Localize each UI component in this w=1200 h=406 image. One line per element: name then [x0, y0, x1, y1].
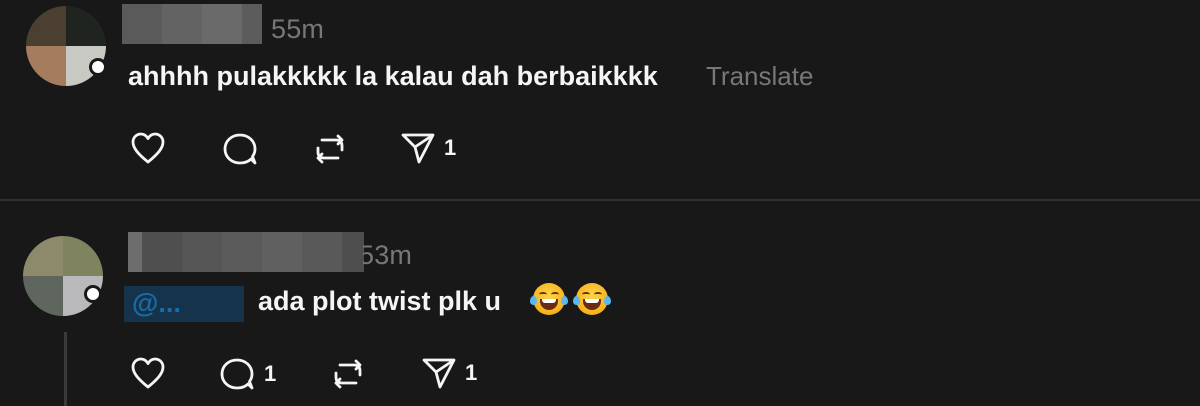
- post-text: ada plot twist plk u: [258, 286, 502, 316]
- repost-icon: [330, 356, 366, 392]
- username-blurred[interactable]: [122, 4, 262, 44]
- send-icon: [421, 356, 457, 390]
- repost-button[interactable]: [312, 131, 356, 167]
- timestamp: 55m: [271, 14, 325, 44]
- repost-icon: [312, 131, 348, 167]
- like-button[interactable]: [130, 131, 174, 165]
- share-count: 1: [444, 135, 457, 160]
- heart-icon: [130, 356, 166, 390]
- reply-button[interactable]: 1: [218, 356, 276, 392]
- heart-icon: [130, 131, 166, 165]
- reply-count: 1: [264, 361, 277, 386]
- rolling-on-floor-laughing-icon: [573, 283, 611, 315]
- share-button[interactable]: 1: [421, 356, 477, 390]
- username-blurred[interactable]: [128, 232, 364, 272]
- rolling-on-floor-laughing-icon: [530, 283, 568, 315]
- comment-icon: [221, 131, 259, 167]
- like-button[interactable]: [130, 356, 174, 390]
- avatar[interactable]: [23, 236, 103, 316]
- send-icon: [400, 131, 436, 165]
- thread-line: [64, 332, 67, 406]
- post-divider: [0, 199, 1200, 201]
- thread-feed: 55m ahhhh pulakkkkk la kalau dah berbaik…: [0, 0, 1200, 406]
- repost-button[interactable]: [330, 356, 374, 392]
- post-text: ahhhh pulakkkkk la kalau dah berbaikkkk: [128, 61, 658, 91]
- comment-icon: [218, 356, 256, 392]
- mention-blurred[interactable]: @...: [124, 286, 244, 322]
- avatar-badge: [84, 285, 102, 303]
- timestamp: 53m: [359, 240, 413, 270]
- reply-button[interactable]: [221, 131, 267, 167]
- share-count: 1: [465, 360, 478, 385]
- share-button[interactable]: 1: [400, 131, 456, 165]
- avatar-badge: [89, 58, 107, 76]
- translate-link[interactable]: Translate: [706, 61, 813, 92]
